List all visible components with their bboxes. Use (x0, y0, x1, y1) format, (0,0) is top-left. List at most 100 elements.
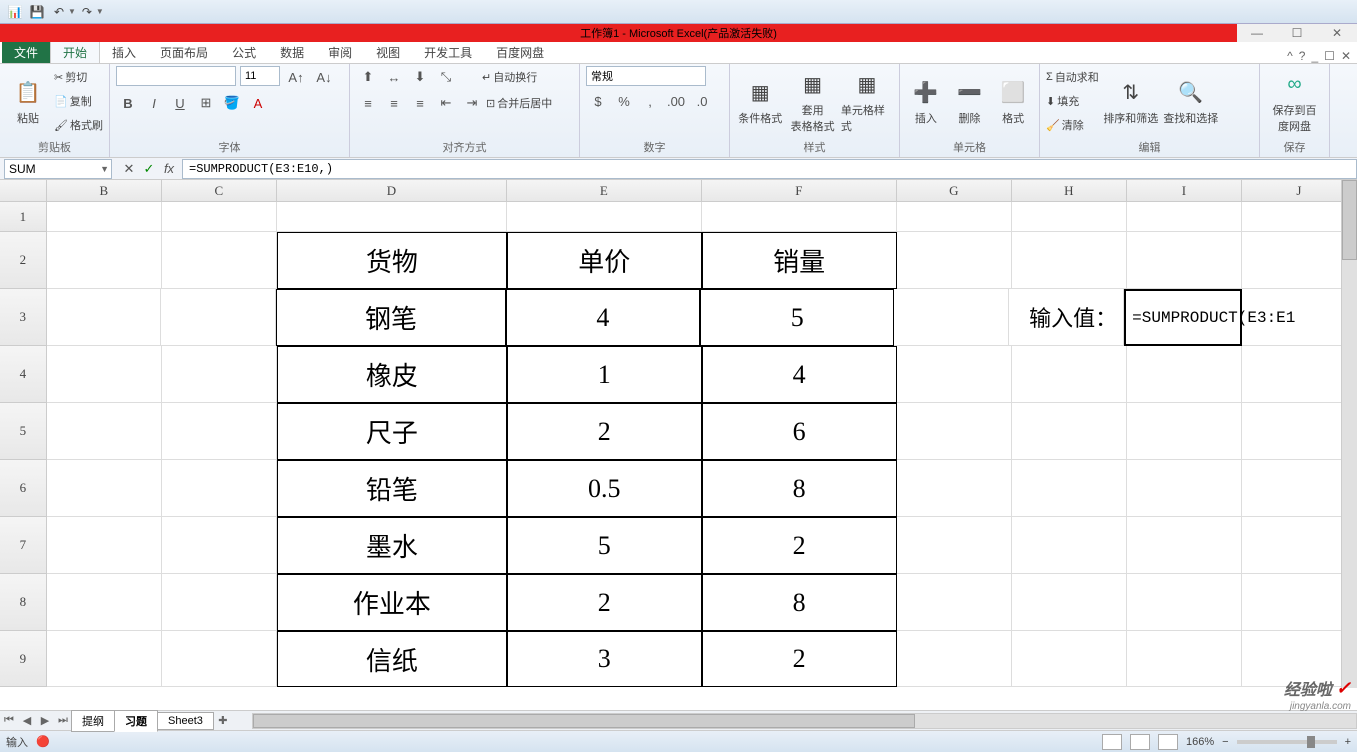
qat-customize[interactable]: ▼ (96, 7, 104, 16)
cell-C6[interactable] (162, 460, 277, 517)
font-family-select[interactable] (116, 66, 236, 86)
cell-F7[interactable]: 2 (702, 517, 897, 574)
format-cells-button[interactable]: ⬜格式 (993, 66, 1033, 136)
spreadsheet-grid[interactable]: BCDEFGHIJ 12货物单价销量3钢笔45输入值：=SUMPRODUCT(E… (0, 180, 1357, 710)
cell-I5[interactable] (1127, 403, 1242, 460)
cell-J8[interactable] (1242, 574, 1357, 631)
autosum-button[interactable]: Σ自动求和 (1046, 66, 1099, 88)
tab-formulas[interactable]: 公式 (220, 41, 268, 63)
cell-J3[interactable] (1242, 289, 1357, 346)
minimize-button[interactable]: — (1237, 24, 1277, 42)
save-button[interactable]: 💾 (27, 2, 47, 22)
ribbon-collapse[interactable]: ^ (1287, 49, 1293, 63)
col-header-B[interactable]: B (47, 180, 162, 201)
tab-insert[interactable]: 插入 (100, 41, 148, 63)
cell-F4[interactable]: 4 (702, 346, 897, 403)
decrease-font-button[interactable]: A↓ (312, 66, 336, 88)
cell-E4[interactable]: 1 (507, 346, 702, 403)
cell-E6[interactable]: 0.5 (507, 460, 702, 517)
view-normal-button[interactable] (1102, 734, 1122, 750)
horizontal-scrollbar[interactable] (252, 713, 1357, 729)
cell-F8[interactable]: 8 (702, 574, 897, 631)
number-format-select[interactable]: 常规 (586, 66, 706, 86)
cell-H6[interactable] (1012, 460, 1127, 517)
comma-button[interactable]: , (638, 90, 662, 112)
ribbon-close[interactable]: ✕ (1341, 49, 1351, 63)
cut-button[interactable]: ✂剪切 (54, 66, 103, 88)
orientation-button[interactable]: ⤡ (434, 66, 458, 88)
cell-G4[interactable] (897, 346, 1012, 403)
cell-F3[interactable]: 5 (700, 289, 894, 346)
cell-D9[interactable]: 信纸 (277, 631, 507, 687)
table-format-button[interactable]: ▦套用 表格格式 (788, 66, 836, 136)
italic-button[interactable]: I (142, 92, 166, 114)
wrap-text-button[interactable]: ↵自动换行 (482, 66, 537, 88)
row-header-7[interactable]: 7 (0, 517, 47, 574)
zoom-in-button[interactable]: + (1345, 736, 1351, 748)
cell-G5[interactable] (897, 403, 1012, 460)
cell-H3[interactable]: 输入值： (1009, 289, 1124, 346)
align-center-button[interactable]: ≡ (382, 92, 406, 114)
col-header-H[interactable]: H (1012, 180, 1127, 201)
cell-E2[interactable]: 单价 (507, 232, 702, 289)
tab-view[interactable]: 视图 (364, 41, 412, 63)
cell-C3[interactable] (161, 289, 276, 346)
tab-home[interactable]: 开始 (50, 41, 100, 63)
cell-G6[interactable] (897, 460, 1012, 517)
col-header-F[interactable]: F (702, 180, 897, 201)
tab-developer[interactable]: 开发工具 (412, 41, 484, 63)
formula-input[interactable]: =SUMPRODUCT(E3:E10,) (182, 159, 1357, 179)
cell-D3[interactable]: 钢笔 (276, 289, 505, 346)
cell-E8[interactable]: 2 (507, 574, 702, 631)
row-header-6[interactable]: 6 (0, 460, 47, 517)
align-bottom-button[interactable]: ⬇ (408, 66, 432, 88)
sheet-nav-last[interactable]: ⏭ (54, 712, 72, 730)
cell-B5[interactable] (47, 403, 162, 460)
cell-J4[interactable] (1242, 346, 1357, 403)
sort-filter-button[interactable]: ⇅排序和筛选 (1103, 66, 1159, 136)
col-header-E[interactable]: E (507, 180, 702, 201)
decrease-decimal-button[interactable]: .0 (690, 90, 714, 112)
currency-button[interactable]: $ (586, 90, 610, 112)
col-header-D[interactable]: D (277, 180, 507, 201)
cell-C4[interactable] (162, 346, 277, 403)
cell-E9[interactable]: 3 (507, 631, 702, 687)
col-header-G[interactable]: G (897, 180, 1012, 201)
cell-B2[interactable] (47, 232, 162, 289)
cell-G7[interactable] (897, 517, 1012, 574)
tab-page-layout[interactable]: 页面布局 (148, 41, 220, 63)
row-header-4[interactable]: 4 (0, 346, 47, 403)
row-header-5[interactable]: 5 (0, 403, 47, 460)
fill-button[interactable]: ⬇填充 (1046, 90, 1099, 112)
cell-H4[interactable] (1012, 346, 1127, 403)
cell-C1[interactable] (162, 202, 277, 232)
col-header-J[interactable]: J (1242, 180, 1357, 201)
decrease-indent-button[interactable]: ⇤ (434, 92, 458, 114)
cell-E5[interactable]: 2 (507, 403, 702, 460)
cell-I8[interactable] (1127, 574, 1242, 631)
cell-C8[interactable] (162, 574, 277, 631)
format-painter-button[interactable]: 🖌格式刷 (54, 114, 103, 136)
merge-button[interactable]: ⊡合并后居中 (486, 92, 552, 114)
paste-button[interactable]: 📋 粘贴 (6, 66, 50, 136)
cell-F9[interactable]: 2 (702, 631, 897, 687)
cell-J7[interactable] (1242, 517, 1357, 574)
sheet-nav-prev[interactable]: ◀ (18, 712, 36, 730)
row-header-3[interactable]: 3 (0, 289, 47, 346)
cell-G9[interactable] (897, 631, 1012, 687)
cell-B9[interactable] (47, 631, 162, 687)
cell-style-button[interactable]: ▦单元格样式 (841, 66, 893, 136)
find-select-button[interactable]: 🔍查找和选择 (1163, 66, 1219, 136)
vscroll-thumb[interactable] (1342, 180, 1357, 260)
view-layout-button[interactable] (1130, 734, 1150, 750)
cell-H1[interactable] (1012, 202, 1127, 232)
cell-J1[interactable] (1242, 202, 1357, 232)
align-right-button[interactable]: ≡ (408, 92, 432, 114)
insert-function-button[interactable]: fx (160, 160, 178, 178)
cell-F5[interactable]: 6 (702, 403, 897, 460)
cell-C9[interactable] (162, 631, 277, 687)
cell-B7[interactable] (47, 517, 162, 574)
align-left-button[interactable]: ≡ (356, 92, 380, 114)
undo-button[interactable]: ↶ (49, 2, 69, 22)
cell-H8[interactable] (1012, 574, 1127, 631)
